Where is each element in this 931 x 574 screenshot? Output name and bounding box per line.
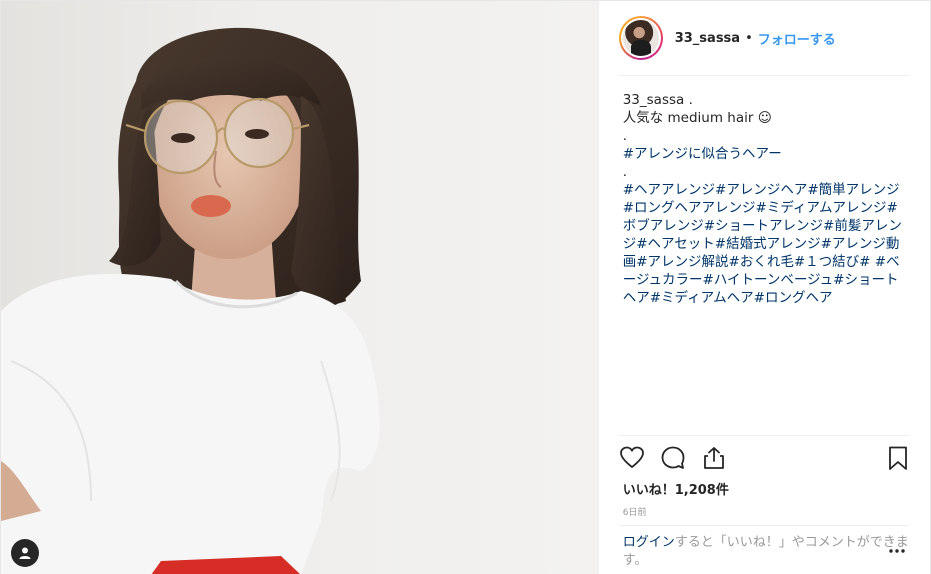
separator-dot: • (745, 30, 753, 46)
caption-username[interactable]: 33_sassa (623, 92, 685, 108)
post-side-panel: 33_sassa • フォローする 33_sassa . 人気な medium … (598, 1, 930, 574)
action-bar (619, 441, 911, 475)
instagram-post: 33_sassa • フォローする 33_sassa . 人気な medium … (0, 0, 931, 574)
login-prompt: ログインすると「いいね！」やコメントができます。 (623, 534, 913, 570)
user-tag-button[interactable] (11, 539, 39, 567)
caption-dot: . (622, 128, 628, 144)
hashtag-list[interactable]: #ヘアアレンジ#アレンジヘア#簡単アレンジ#ロングヘアアレンジ#ミディアムアレン… (623, 181, 909, 307)
actions-divider (618, 435, 909, 436)
post-photo[interactable] (1, 1, 599, 574)
post-time[interactable]: 6日前 (623, 505, 647, 518)
user-tag-icon (19, 547, 31, 559)
caption-user-suffix: . (684, 92, 693, 108)
more-options-icon[interactable] (887, 541, 907, 561)
caption-dot: . (622, 164, 628, 180)
heart-icon[interactable] (619, 445, 645, 471)
username-link[interactable]: 33_sassa (675, 31, 740, 46)
bookmark-icon[interactable] (885, 445, 911, 471)
share-icon[interactable] (701, 445, 727, 471)
caption: 33_sassa . 人気な medium hair ☺︎ . #アレンジに似合… (623, 91, 909, 307)
avatar[interactable] (618, 16, 663, 60)
avatar-image (622, 20, 659, 56)
featured-hashtag[interactable]: #アレンジに似合うヘアー (623, 146, 782, 162)
caption-line: 人気な medium hair ☺︎ (622, 110, 772, 126)
follow-button[interactable]: フォローする (758, 29, 836, 48)
comment-icon[interactable] (660, 445, 686, 471)
header-divider (618, 75, 909, 76)
login-link[interactable]: ログイン (623, 535, 675, 550)
like-count[interactable]: いいね！1,208件 (623, 479, 729, 498)
footer-divider (618, 525, 909, 526)
post-header: 33_sassa • フォローする (618, 11, 909, 65)
portrait-photo (1, 1, 598, 574)
